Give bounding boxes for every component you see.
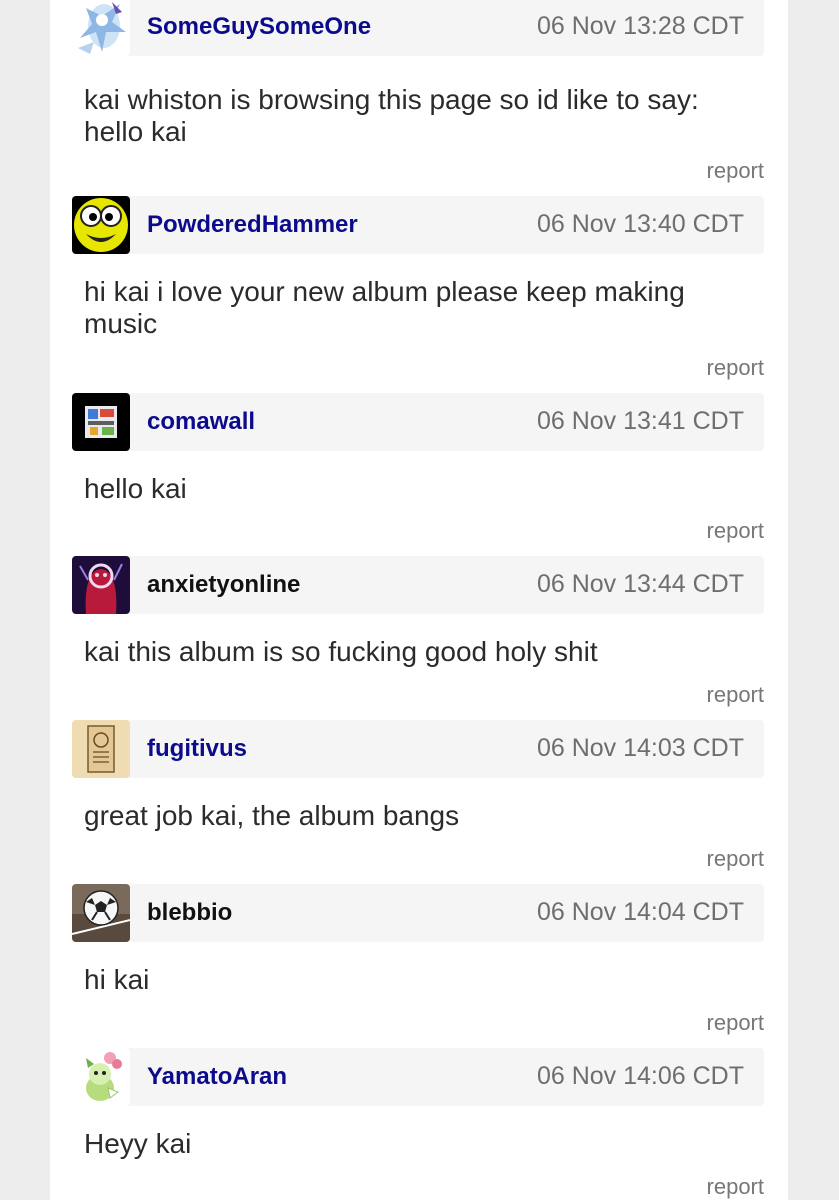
avatar[interactable] bbox=[72, 393, 130, 451]
avatar-image bbox=[72, 196, 130, 254]
avatar[interactable] bbox=[72, 1048, 130, 1106]
avatar[interactable] bbox=[72, 556, 130, 614]
comment-body: hi kai bbox=[84, 964, 150, 995]
timestamp: 06 Nov 13:28 CDT bbox=[536, 12, 744, 40]
avatar-image bbox=[72, 0, 130, 56]
comment-body: great job kai, the album bangs bbox=[84, 800, 460, 831]
report-link[interactable]: report bbox=[707, 846, 764, 872]
comment: blebbio 06 Nov 14:04 CDT hi kai report bbox=[50, 884, 788, 1048]
avatar-image bbox=[72, 720, 130, 778]
username-link[interactable]: fugitivus bbox=[147, 735, 247, 763]
avatar[interactable] bbox=[72, 720, 130, 778]
comment: anxietyonline 06 Nov 13:44 CDT kai this … bbox=[50, 556, 788, 720]
report-link[interactable]: report bbox=[707, 1010, 764, 1036]
comment-header: SomeGuySomeOne 06 Nov 13:28 CDT bbox=[72, 0, 764, 56]
username-link[interactable]: PowderedHammer bbox=[147, 211, 358, 239]
timestamp: 06 Nov 13:40 CDT bbox=[536, 210, 744, 238]
avatar[interactable] bbox=[72, 0, 130, 56]
comment-header: fugitivus 06 Nov 14:03 CDT bbox=[72, 720, 764, 778]
timestamp: 06 Nov 13:41 CDT bbox=[536, 407, 744, 435]
comment: SomeGuySomeOne 06 Nov 13:28 CDT kai whis… bbox=[50, 0, 788, 196]
avatar-image bbox=[72, 884, 130, 942]
comment-body: kai this album is so fucking good holy s… bbox=[84, 636, 598, 667]
comment-body: Heyy kai bbox=[84, 1128, 192, 1159]
avatar-image bbox=[72, 393, 130, 451]
timestamp: 06 Nov 14:04 CDT bbox=[536, 898, 744, 926]
comment-feed: SomeGuySomeOne 06 Nov 13:28 CDT kai whis… bbox=[50, 0, 788, 1200]
report-link[interactable]: report bbox=[707, 518, 764, 544]
avatar[interactable] bbox=[72, 884, 130, 942]
comment-header: comawall 06 Nov 13:41 CDT bbox=[72, 393, 764, 451]
timestamp: 06 Nov 13:44 CDT bbox=[536, 570, 744, 598]
report-link[interactable]: report bbox=[707, 158, 764, 184]
timestamp: 06 Nov 14:06 CDT bbox=[536, 1062, 744, 1090]
timestamp: 06 Nov 14:03 CDT bbox=[536, 734, 744, 762]
avatar-image bbox=[72, 1048, 130, 1106]
report-link[interactable]: report bbox=[707, 355, 764, 381]
comment-header: PowderedHammer 06 Nov 13:40 CDT bbox=[72, 196, 764, 254]
report-link[interactable]: report bbox=[707, 682, 764, 708]
username-link[interactable]: YamatoAran bbox=[147, 1063, 287, 1091]
username-link[interactable]: anxietyonline bbox=[147, 571, 300, 599]
report-link[interactable]: report bbox=[707, 1174, 764, 1200]
comment: comawall 06 Nov 13:41 CDT hello kai repo… bbox=[50, 393, 788, 556]
comment: fugitivus 06 Nov 14:03 CDT great job kai… bbox=[50, 720, 788, 884]
avatar[interactable] bbox=[72, 196, 130, 254]
comment-header: anxietyonline 06 Nov 13:44 CDT bbox=[72, 556, 764, 614]
username-link[interactable]: comawall bbox=[147, 408, 255, 436]
comment: PowderedHammer 06 Nov 13:40 CDT hi kai i… bbox=[50, 196, 788, 392]
comment-header: YamatoAran 06 Nov 14:06 CDT bbox=[72, 1048, 764, 1106]
avatar-image bbox=[72, 556, 130, 614]
comment-header: blebbio 06 Nov 14:04 CDT bbox=[72, 884, 764, 942]
comment-body: hi kai i love your new album please keep… bbox=[84, 276, 685, 339]
comment-body: kai whiston is browsing this page so id … bbox=[84, 84, 699, 147]
username-link[interactable]: SomeGuySomeOne bbox=[147, 13, 371, 41]
comment-body: hello kai bbox=[84, 473, 187, 504]
username-link[interactable]: blebbio bbox=[147, 899, 232, 927]
comment: YamatoAran 06 Nov 14:06 CDT Heyy kai rep… bbox=[50, 1048, 788, 1200]
